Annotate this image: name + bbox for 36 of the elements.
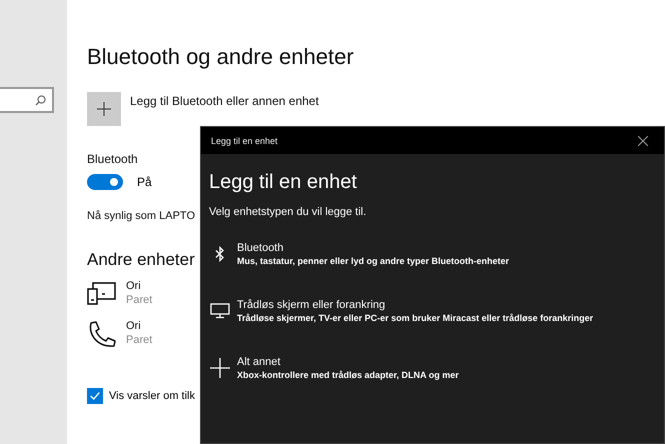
device-type-option[interactable]: Trådløs skjerm eller forankring Trådløse skjermer, TV-er eller PC-er som bruker Miracast eller trådløse forankringer xyxy=(209,299,656,323)
option-description: Xbox-kontrollere med trådløs adapter, DLNA og mer xyxy=(237,370,459,380)
bluetooth-toggle[interactable] xyxy=(87,174,123,190)
device-name: Ori xyxy=(126,280,142,292)
visible-as-text: Nå synlig som LAPTO xyxy=(87,210,196,222)
section-title: Andre enheter xyxy=(87,250,195,270)
phone-icon xyxy=(87,320,117,348)
dialog-heading: Legg til en enhet xyxy=(209,171,358,194)
checkbox-label: Vis varsler om tilk xyxy=(109,390,195,402)
option-title: Trådløs skjerm eller forankring xyxy=(237,299,386,311)
toggle-state: På xyxy=(137,175,152,189)
dialog-title: Legg til en enhet xyxy=(211,136,278,146)
tablet-phone-icon xyxy=(87,280,117,306)
device-type-option[interactable]: Bluetooth Mus, tastatur, penner eller lyd og andre typer Bluetooth-enheter xyxy=(209,242,656,266)
plus-icon xyxy=(210,358,230,378)
add-device-button[interactable] xyxy=(87,92,121,126)
close-icon[interactable] xyxy=(638,136,648,146)
checkmark-icon xyxy=(89,389,101,403)
checkbox[interactable] xyxy=(87,388,103,404)
bluetooth-icon xyxy=(215,246,225,262)
device-type-option[interactable]: Alt annet Xbox-kontrollere med trådløs adapter, DLNA og mer xyxy=(209,356,656,380)
option-description: Mus, tastatur, penner eller lyd og andre typer Bluetooth-enheter xyxy=(237,256,510,266)
plus-icon xyxy=(97,102,111,116)
device-name: Ori xyxy=(126,320,142,332)
option-title: Alt annet xyxy=(237,356,282,368)
add-device-label: Legg til Bluetooth eller annen enhet xyxy=(130,94,319,108)
option-title: Bluetooth xyxy=(237,242,284,254)
search-field[interactable] xyxy=(0,87,54,113)
bluetooth-label: Bluetooth xyxy=(87,152,138,166)
monitor-icon xyxy=(210,303,230,319)
option-description: Trådløse skjermer, TV-er eller PC-er som bruker Miracast eller trådløse forankringer xyxy=(237,313,594,323)
page-title: Bluetooth og andre enheter xyxy=(87,44,354,70)
dialog-subtitle: Velg enhetstypen du vil legge til. xyxy=(209,206,368,218)
search-icon xyxy=(35,94,46,106)
device-status: Paret xyxy=(126,294,152,306)
device-status: Paret xyxy=(126,334,152,346)
